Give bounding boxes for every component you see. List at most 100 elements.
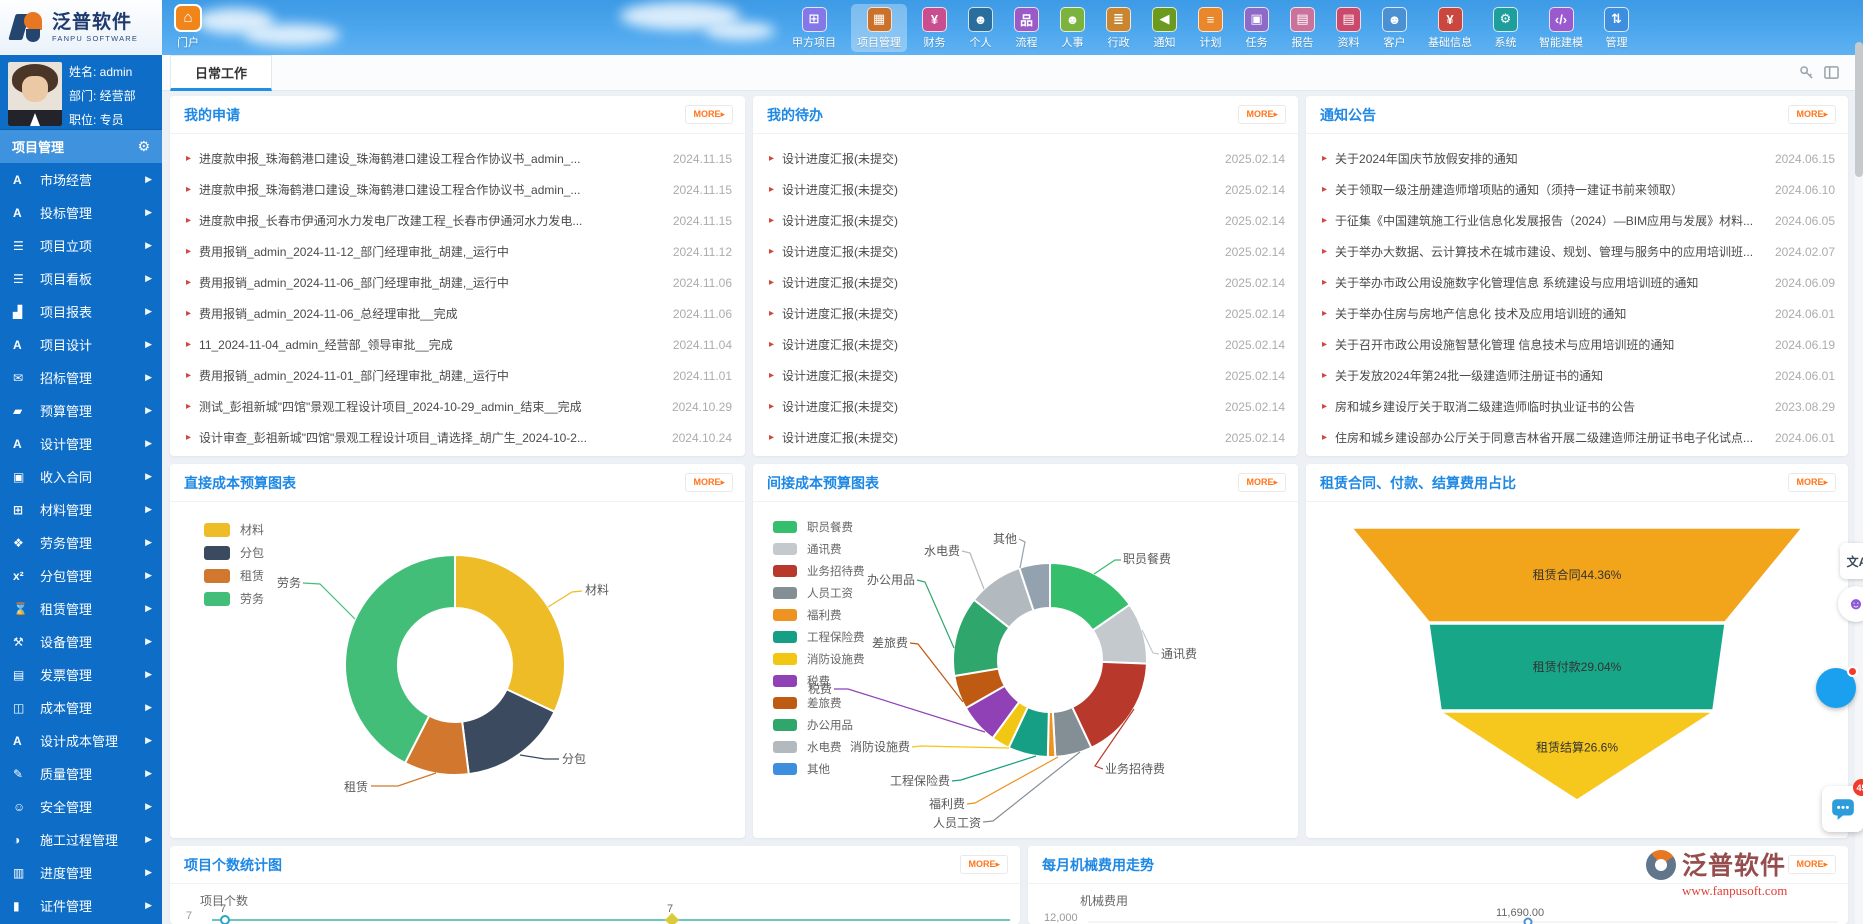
- nav-item-系统[interactable]: ⚙系统: [1487, 4, 1524, 52]
- list-item[interactable]: ▸进度款申报_长春市伊通河水力发电厂改建工程_长春市伊通河水力发电...2024…: [170, 205, 745, 236]
- funnel-segment-租赁付款[interactable]: [1429, 624, 1725, 710]
- sidebar-item-材料管理[interactable]: ⊞材料管理▶: [0, 493, 162, 526]
- donut-slice-消防设施费[interactable]: [993, 702, 1028, 748]
- sidebar-item-分包管理[interactable]: x²分包管理▶: [0, 559, 162, 592]
- legend-item-租赁[interactable]: 租赁: [204, 564, 264, 587]
- nav-item-通知[interactable]: ◀通知: [1146, 4, 1183, 52]
- tab-daily-work[interactable]: 日常工作: [170, 55, 272, 91]
- nav-item-管理[interactable]: ⇅管理: [1598, 4, 1635, 52]
- more-button[interactable]: MORE▸: [960, 855, 1008, 874]
- list-item[interactable]: ▸住房和城乡建设部办公厅关于同意吉林省开展二级建造师注册证书电子化试点...20…: [1306, 422, 1848, 453]
- list-item[interactable]: ▸费用报销_admin_2024-11-12_部门经理审批_胡建,_运行中202…: [170, 236, 745, 267]
- list-item[interactable]: ▸设计进度汇报(未提交)2025.02.14: [753, 360, 1298, 391]
- sidebar-item-收入合同[interactable]: ▣收入合同▶: [0, 460, 162, 493]
- legend-item-差旅费[interactable]: 差旅费: [773, 692, 865, 714]
- sidebar-item-预算管理[interactable]: ▰预算管理▶: [0, 394, 162, 427]
- legend-item-分包[interactable]: 分包: [204, 541, 264, 564]
- nav-item-财务[interactable]: ¥财务: [916, 4, 953, 52]
- list-item[interactable]: ▸于征集《中国建筑施工行业信息化发展报告（2024）—BIM应用与发展》材料..…: [1306, 205, 1848, 236]
- more-button[interactable]: MORE▸: [1238, 105, 1286, 124]
- sidebar-item-设备管理[interactable]: ⚒设备管理▶: [0, 625, 162, 658]
- layout-toggle-icon[interactable]: [1824, 65, 1839, 85]
- sidebar-item-设计成本管理[interactable]: A设计成本管理▶: [0, 724, 162, 757]
- sidebar-item-成本管理[interactable]: ◫成本管理▶: [0, 691, 162, 724]
- list-item[interactable]: ▸进度款申报_珠海鹤港口建设_珠海鹤港口建设工程合作协议书_admin_...2…: [170, 174, 745, 205]
- sidebar-item-项目立项[interactable]: ☰项目立项▶: [0, 229, 162, 262]
- list-item[interactable]: ▸关于召开市政公用设施智慧化管理 信息技术与应用培训班的通知2024.06.19: [1306, 329, 1848, 360]
- donut-slice-水电费[interactable]: [974, 568, 1034, 628]
- donut-slice-业务招待费[interactable]: [1072, 662, 1147, 748]
- nav-item-报告[interactable]: ▤报告: [1284, 4, 1321, 52]
- sidebar-item-证件管理[interactable]: ▮证件管理▶: [0, 889, 162, 922]
- donut-slice-差旅费[interactable]: [954, 669, 1005, 709]
- donut-slice-职员餐费[interactable]: [1050, 563, 1130, 630]
- legend-item-职员餐费[interactable]: 职员餐费: [773, 516, 865, 538]
- sidebar-item-施工过程管理[interactable]: ◑施工过程管理▶: [0, 823, 162, 856]
- legend-item-人员工资[interactable]: 人员工资: [773, 582, 865, 604]
- list-item[interactable]: ▸关于发放2024年第24批一级建造师注册证书的通知2024.06.01: [1306, 360, 1848, 391]
- list-item[interactable]: ▸设计进度汇报(未提交)2025.02.14: [753, 205, 1298, 236]
- sidebar-item-劳务管理[interactable]: ❖劳务管理▶: [0, 526, 162, 559]
- sidebar-item-项目设计[interactable]: A项目设计▶: [0, 328, 162, 361]
- sidebar-item-设计管理[interactable]: A设计管理▶: [0, 427, 162, 460]
- legend-item-福利费[interactable]: 福利费: [773, 604, 865, 626]
- more-button[interactable]: MORE▸: [685, 473, 733, 492]
- nav-item-基础信息[interactable]: ¥基础信息: [1422, 4, 1478, 52]
- sidebar-item-投标管理[interactable]: A投标管理▶: [0, 196, 162, 229]
- more-button[interactable]: MORE▸: [1788, 473, 1836, 492]
- donut-slice-办公用品[interactable]: [953, 600, 1009, 676]
- list-item[interactable]: ▸设计进度汇报(未提交)2025.02.14: [753, 422, 1298, 453]
- legend-item-办公用品[interactable]: 办公用品: [773, 714, 865, 736]
- more-button[interactable]: MORE▸: [685, 105, 733, 124]
- list-item[interactable]: ▸关于举办大数据、云计算技术在城市建设、规划、管理与服务中的应用培训班...20…: [1306, 236, 1848, 267]
- sidebar-item-安全管理[interactable]: ☺安全管理▶: [0, 790, 162, 823]
- nav-item-任务[interactable]: ▣任务: [1238, 4, 1275, 52]
- nav-item-客户[interactable]: ☻客户: [1376, 4, 1413, 52]
- nav-item-甲方项目[interactable]: ⊞甲方项目: [786, 4, 842, 52]
- nav-item-智能建模[interactable]: ‹/›智能建模: [1533, 4, 1589, 52]
- donut-slice-分包[interactable]: [462, 689, 554, 774]
- legend-item-水电费[interactable]: 水电费: [773, 736, 865, 758]
- sidebar-item-市场经营[interactable]: A市场经营▶: [0, 163, 162, 196]
- funnel-segment-租赁结算[interactable]: [1441, 712, 1713, 800]
- legend-item-劳务[interactable]: 劳务: [204, 587, 264, 610]
- nav-item-流程[interactable]: 品流程: [1008, 4, 1045, 52]
- legend-item-其他[interactable]: 其他: [773, 758, 865, 780]
- list-item[interactable]: ▸设计进度汇报(未提交)2025.02.14: [753, 267, 1298, 298]
- translate-widget[interactable]: 文A: [1840, 543, 1863, 579]
- sidebar-item-项目看板[interactable]: ☰项目看板▶: [0, 262, 162, 295]
- legend-item-消防设施费[interactable]: 消防设施费: [773, 648, 865, 670]
- funnel-segment-租赁合同[interactable]: [1352, 528, 1802, 622]
- list-item[interactable]: ▸房和城乡建设厅关于取消二级建造师临时执业证书的公告2023.08.29: [1306, 391, 1848, 422]
- list-item[interactable]: ▸设计进度汇报(未提交)2025.02.14: [753, 298, 1298, 329]
- list-item[interactable]: ▸11_2024-11-04_admin_经营部_领导审批__完成2024.11…: [170, 329, 745, 360]
- gear-icon[interactable]: ⚙: [137, 138, 150, 155]
- donut-slice-税费[interactable]: [966, 686, 1019, 738]
- legend-item-业务招待费[interactable]: 业务招待费: [773, 560, 865, 582]
- chat-widget[interactable]: 45: [1822, 786, 1863, 832]
- list-item[interactable]: ▸设计进度汇报(未提交)2025.02.14: [753, 143, 1298, 174]
- more-button[interactable]: MORE▸: [1788, 105, 1836, 124]
- sidebar-item-招标管理[interactable]: ✉招标管理▶: [0, 361, 162, 394]
- nav-item-人事[interactable]: ☻人事: [1054, 4, 1091, 52]
- nav-item-计划[interactable]: ≡计划: [1192, 4, 1229, 52]
- donut-slice-劳务[interactable]: [345, 555, 455, 763]
- donut-slice-人员工资[interactable]: [1053, 707, 1092, 757]
- nav-item-项目管理[interactable]: ▦项目管理: [851, 4, 907, 52]
- list-item[interactable]: ▸关于举办市政公用设施数字化管理信息 系统建设与应用培训班的通知2024.06.…: [1306, 267, 1848, 298]
- donut-slice-其他[interactable]: [1019, 563, 1050, 611]
- list-item[interactable]: ▸设计进度汇报(未提交)2025.02.14: [753, 236, 1298, 267]
- list-item[interactable]: ▸关于领取一级注册建造师增项贴的通知（须持一建证书前来领取）2024.06.10: [1306, 174, 1848, 205]
- more-button[interactable]: MORE▸: [1788, 855, 1836, 874]
- list-item[interactable]: ▸进度款申报_珠海鹤港口建设_珠海鹤港口建设工程合作协议书_admin_...2…: [170, 143, 745, 174]
- sidebar-item-发票管理[interactable]: ▤发票管理▶: [0, 658, 162, 691]
- list-item[interactable]: ▸设计进度汇报(未提交)2025.02.14: [753, 329, 1298, 360]
- donut-slice-租赁[interactable]: [405, 716, 469, 775]
- more-button[interactable]: MORE▸: [1238, 473, 1286, 492]
- list-item[interactable]: ▸设计进度汇报(未提交)2025.02.14: [753, 391, 1298, 422]
- donut-slice-工程保险费[interactable]: [1009, 707, 1049, 757]
- legend-item-工程保险费[interactable]: 工程保险费: [773, 626, 865, 648]
- nav-item-个人[interactable]: ☻个人: [962, 4, 999, 52]
- legend-item-税费[interactable]: 税费: [773, 670, 865, 692]
- list-item[interactable]: ▸测试_彭祖新城"四馆"景观工程设计项目_2024-10-29_admin_结束…: [170, 391, 745, 422]
